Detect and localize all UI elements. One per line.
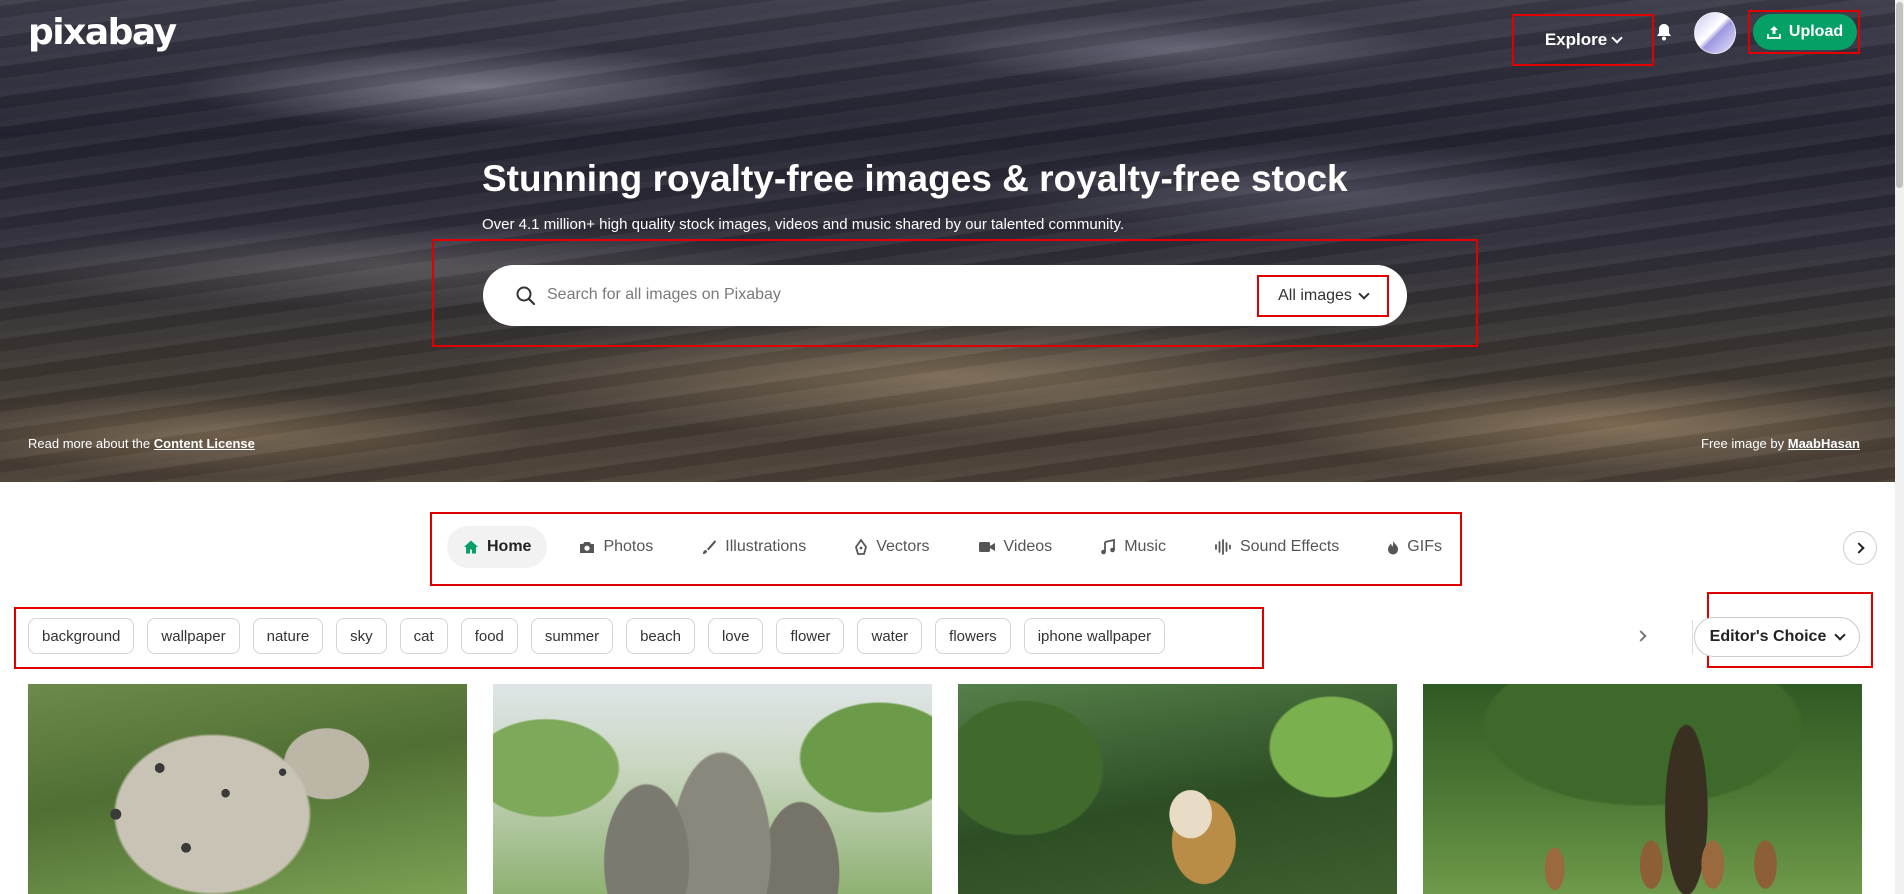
- photo-card[interactable]: [493, 684, 932, 894]
- tab-label: Home: [487, 538, 532, 555]
- page-scrollbar[interactable]: [1895, 0, 1904, 894]
- hero-banner: pixabay Explore Upload Stunning royalty-…: [0, 0, 1895, 482]
- upload-button-outline: Upload: [1748, 10, 1860, 54]
- tab-sound-effects[interactable]: Sound Effects: [1198, 526, 1355, 568]
- chevron-right-icon: [1852, 542, 1865, 554]
- search-input[interactable]: [547, 277, 1247, 313]
- upload-button[interactable]: Upload: [1753, 14, 1857, 50]
- tag-chips: background wallpaper nature sky cat food…: [28, 618, 1166, 654]
- tab-home[interactable]: Home: [447, 526, 548, 568]
- credit-prefix: Free image by: [1701, 436, 1785, 451]
- tag-chip[interactable]: cat: [399, 618, 448, 654]
- tab-label: Sound Effects: [1239, 538, 1340, 555]
- tab-music[interactable]: Music: [1084, 526, 1182, 568]
- tag-chip[interactable]: iphone wallpaper: [1023, 618, 1166, 654]
- tabs-scroll-right-button[interactable]: [1843, 531, 1877, 565]
- photo-card[interactable]: [28, 684, 467, 894]
- photo-card[interactable]: [1423, 684, 1862, 894]
- tag-chip[interactable]: love: [707, 618, 764, 654]
- camera-icon: [580, 542, 595, 553]
- chevron-down-icon: [1358, 287, 1370, 300]
- tab-videos[interactable]: Videos: [962, 526, 1069, 568]
- tag-chip[interactable]: flower: [776, 618, 845, 654]
- tab-label: GIFs: [1407, 538, 1442, 555]
- explore-label: Explore: [1544, 30, 1608, 49]
- tag-chip[interactable]: flowers: [935, 618, 1011, 654]
- user-avatar[interactable]: [1694, 12, 1736, 54]
- upload-label: Upload: [1788, 23, 1844, 40]
- tab-photos[interactable]: Photos: [563, 526, 669, 568]
- music-note-icon: [1101, 539, 1116, 555]
- waveform-icon: [1215, 539, 1231, 555]
- brush-icon: [703, 540, 717, 554]
- chevron-down-icon: [1834, 628, 1847, 641]
- pen-nib-icon: [855, 539, 868, 555]
- video-camera-icon: [978, 542, 995, 552]
- tab-gifs[interactable]: GIFs: [1371, 526, 1458, 568]
- tags-scroll-right-button[interactable]: [1630, 624, 1654, 648]
- chevron-right-icon: [1634, 630, 1647, 642]
- media-type-label: All images: [1278, 287, 1352, 304]
- license-prefix: Read more about the: [28, 436, 151, 451]
- media-type-dropdown[interactable]: All images: [1257, 275, 1389, 317]
- editors-choice-label: Editor's Choice: [1709, 628, 1827, 645]
- license-note: Read more about the Content License: [28, 436, 255, 451]
- image-credit: Free image by MaabHasan: [1701, 436, 1860, 451]
- explore-menu-button[interactable]: Explore: [1512, 14, 1654, 66]
- pixabay-logo[interactable]: pixabay: [28, 12, 177, 53]
- tab-label: Illustrations: [725, 538, 807, 555]
- tag-chip[interactable]: beach: [626, 618, 695, 654]
- tab-vectors[interactable]: Vectors: [838, 526, 945, 568]
- tab-label: Photos: [603, 538, 654, 555]
- tag-chip[interactable]: background: [28, 618, 135, 654]
- tab-label: Videos: [1003, 538, 1053, 555]
- tag-chip[interactable]: food: [460, 618, 518, 654]
- content-license-link[interactable]: Content License: [154, 436, 255, 451]
- tab-illustrations[interactable]: Illustrations: [685, 526, 822, 568]
- tag-chip[interactable]: nature: [252, 618, 324, 654]
- divider: [1692, 620, 1693, 654]
- tag-chip[interactable]: summer: [530, 618, 614, 654]
- flame-icon: [1388, 540, 1399, 555]
- search-bar: All images: [483, 265, 1407, 326]
- notifications-bell-icon[interactable]: [1654, 20, 1674, 44]
- tab-label: Vectors: [876, 538, 930, 555]
- hero-subtitle: Over 4.1 million+ high quality stock ima…: [482, 216, 1125, 233]
- media-type-tabs: Home Photos Illustrations Vectors Videos…: [447, 526, 1458, 568]
- upload-icon: [1766, 26, 1781, 39]
- editors-choice-dropdown[interactable]: Editor's Choice: [1694, 617, 1860, 657]
- credit-author-link[interactable]: MaabHasan: [1788, 436, 1860, 451]
- tag-chip[interactable]: wallpaper: [147, 618, 240, 654]
- chevron-down-icon: [1611, 31, 1623, 44]
- hero-title: Stunning royalty-free images & royalty-f…: [482, 158, 1348, 199]
- photo-card[interactable]: [958, 684, 1397, 894]
- tab-label: Music: [1124, 538, 1166, 555]
- tag-chip[interactable]: sky: [336, 618, 387, 654]
- search-icon[interactable]: [515, 285, 537, 307]
- scrollbar-thumb[interactable]: [1896, 2, 1903, 188]
- tag-chip[interactable]: water: [857, 618, 923, 654]
- home-icon: [464, 540, 478, 554]
